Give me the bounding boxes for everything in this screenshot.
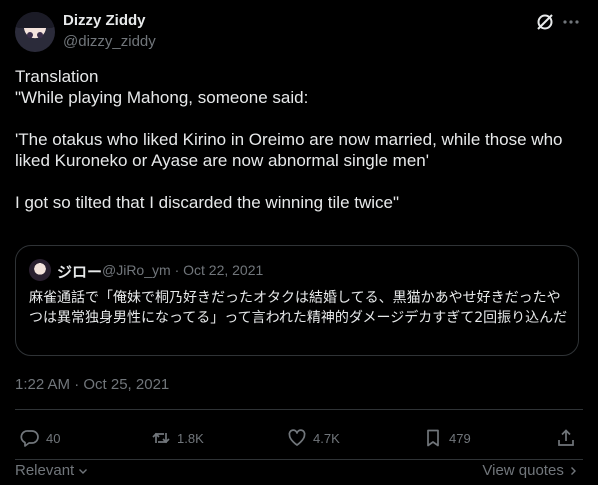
view-quotes-label: View quotes bbox=[482, 462, 564, 479]
quoted-post[interactable]: ジロー @JiRo_ym · Oct 22, 2021 麻雀通話で「俺妹で桐乃好… bbox=[15, 245, 579, 356]
view-quotes-link[interactable]: View quotes bbox=[482, 462, 578, 479]
avatar-eye-right bbox=[37, 32, 43, 38]
share-button[interactable] bbox=[556, 428, 582, 448]
quote-date[interactable]: Oct 22, 2021 bbox=[183, 262, 263, 278]
reply-icon bbox=[20, 430, 39, 447]
quote-handle[interactable]: @JiRo_ym bbox=[102, 262, 171, 278]
like-button[interactable]: 4.7K bbox=[287, 428, 340, 448]
chevron-right-icon bbox=[571, 467, 576, 476]
post-text: Translation "While playing Mahong, someo… bbox=[15, 67, 563, 212]
grok-icon[interactable] bbox=[535, 12, 555, 32]
repost-icon bbox=[152, 432, 170, 444]
share-icon bbox=[558, 429, 574, 446]
post-timestamp[interactable]: 1:22 AM · Oct 25, 2021 bbox=[15, 376, 169, 393]
sort-label: Relevant bbox=[15, 462, 75, 479]
quote-separator: · bbox=[174, 262, 180, 278]
reply-button[interactable]: 40 bbox=[20, 428, 60, 448]
quote-text: 麻雀通話で「俺妹で桐乃好きだったオタクは結婚してる、黒猫かあやせ好きだったやつは… bbox=[29, 290, 568, 326]
avatar[interactable] bbox=[15, 12, 55, 52]
repost-count: 1.8K bbox=[177, 430, 204, 446]
bookmark-icon bbox=[427, 429, 439, 447]
avatar-hair bbox=[15, 12, 55, 28]
bookmark-button[interactable]: 479 bbox=[423, 428, 471, 448]
bookmark-count: 479 bbox=[449, 430, 471, 446]
divider bbox=[15, 409, 583, 410]
quote-meta: @JiRo_ym · Oct 22, 2021 bbox=[102, 262, 263, 278]
repost-button[interactable]: 1.8K bbox=[151, 428, 204, 448]
divider bbox=[15, 459, 583, 460]
chevron-down-icon bbox=[79, 469, 88, 475]
quote-avatar[interactable] bbox=[29, 259, 51, 281]
like-count: 4.7K bbox=[313, 430, 340, 446]
reply-count: 40 bbox=[46, 430, 61, 446]
sort-relevant-button[interactable]: Relevant bbox=[15, 462, 88, 479]
author-name[interactable]: Dizzy Ziddy bbox=[63, 12, 146, 29]
avatar-eye-left bbox=[27, 32, 33, 38]
quote-author-name[interactable]: ジロー bbox=[57, 261, 102, 282]
more-icon[interactable] bbox=[563, 12, 579, 32]
like-icon bbox=[288, 429, 306, 446]
author-handle[interactable]: @dizzy_ziddy bbox=[63, 33, 156, 50]
